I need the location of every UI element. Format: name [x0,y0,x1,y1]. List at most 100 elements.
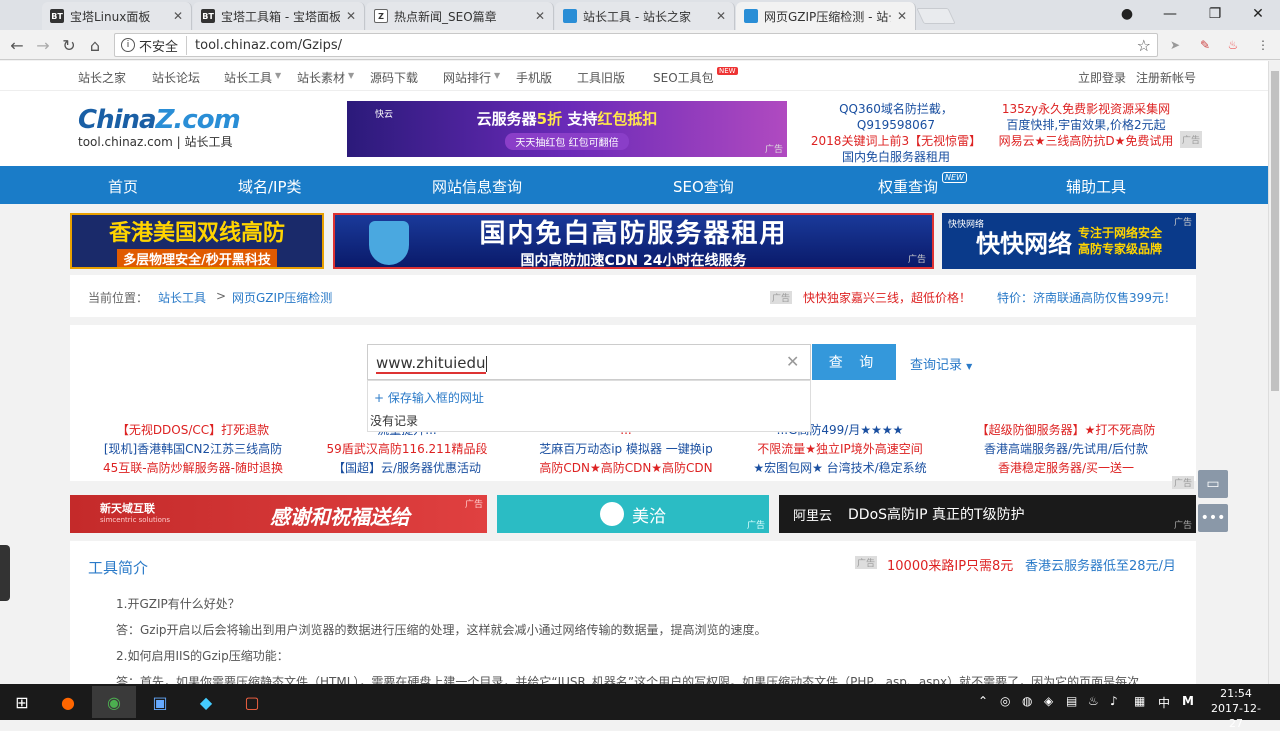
text-ad-link[interactable]: 59盾武汉高防116.211精品段 [322,440,492,459]
feedback-icon[interactable]: ▭ [1198,470,1228,498]
text-ad-link[interactable]: 45互联-高防炒解服务器-随时退换 [98,459,288,478]
scrollbar[interactable] [1268,61,1280,684]
more-icon[interactable]: ••• [1198,504,1228,532]
history-dropdown[interactable]: 查询记录 ▼ [910,354,972,373]
bookmark-star-icon[interactable]: ☆ [1137,36,1151,55]
chrome-icon[interactable]: ◉ [92,686,136,718]
text-ad-link[interactable]: 2018关键词上前3【无视惊雷】 [806,133,986,149]
nav-link[interactable]: 手机版 [516,69,552,86]
close-icon[interactable]: ✕ [173,9,183,23]
text-ad-link[interactable]: 芝麻百万动态ip 模拟器 一键换ip [528,440,724,459]
nav-link[interactable]: 源码下载 [370,69,418,86]
nav-home[interactable]: 首页 [108,176,138,197]
volume-icon[interactable]: ♪ [1110,694,1118,708]
site-logo[interactable]: ChinaZ.com tool.chinaz.com | 站长工具 [78,105,241,150]
text-ad-link[interactable]: 网易云★三线高防抗D★免费试用 [998,133,1174,149]
tray-icon[interactable]: ♨ [1088,694,1099,708]
network-icon[interactable]: ▦ [1134,694,1145,708]
text-ad-link[interactable]: 【无视DDOS/CC】打死退款 [98,421,288,440]
tab-news[interactable]: Z 热点新闻_SEO篇章 ✕ [366,2,554,30]
login-link[interactable]: 立即登录 [1078,69,1126,86]
extension-icon[interactable]: ✎ [1196,36,1214,54]
ad-banner-kuaikuai[interactable]: 快快网络 快快网络 专注于网络安全 高防专家级品牌 广告 [942,213,1196,269]
text-ad-link[interactable]: ★宏图包网★ 台湾技术/稳定系统 [742,459,938,478]
register-link[interactable]: 注册新帐号 [1136,69,1196,86]
query-button[interactable]: 查 询 [812,344,896,380]
nav-link[interactable]: SEO工具包 [653,69,714,86]
firefox-icon[interactable]: ● [46,686,90,718]
text-ad-link[interactable]: 国内免白服务器租用 [806,149,986,165]
url-input[interactable]: www.zhituiedu [367,344,811,380]
nav-link[interactable]: 工具旧版 [577,69,625,86]
back-icon[interactable]: ← [6,34,28,56]
profile-icon[interactable]: ● [1107,0,1147,28]
breadcrumb-current[interactable]: 网页GZIP压缩检测 [232,289,332,306]
text-ad-link[interactable]: 高防CDN★高防CDN★高防CDN [528,459,724,478]
text-ad-link[interactable]: 不限流量★独立IP境外高速空间 [742,440,938,459]
extension-icon[interactable]: ♨ [1224,36,1242,54]
url-text[interactable]: tool.chinaz.com/Gzips/ [195,38,342,53]
tab-chinaz-home[interactable]: 站长工具 - 站长之家 ✕ [555,2,735,30]
nav-link[interactable]: 站长工具 [224,69,272,86]
nav-seo[interactable]: SEO查询 [673,176,734,197]
menu-icon[interactable]: ⋮ [1254,36,1272,54]
tab-bt-toolbox[interactable]: BT 宝塔工具箱 - 宝塔面板 ✕ [193,2,365,30]
text-ad-link[interactable]: [现机]香港韩国CN2江苏三线高防 [98,440,288,459]
minimize-icon[interactable]: — [1150,0,1190,28]
app-icon[interactable]: ◆ [184,686,228,718]
security-indicator[interactable]: i 不安全 [115,35,188,55]
save-url-link[interactable]: + 保存输入框的网址 [374,389,484,406]
side-handle[interactable] [0,545,10,601]
ime-indicator[interactable]: 中 [1158,694,1170,711]
promo-link[interactable]: 香港云服务器低至28元/月 [1025,555,1176,574]
clear-icon[interactable]: ✕ [786,352,799,371]
text-ad-link[interactable]: 香港高端服务器/先试用/后付款 [966,440,1166,459]
promo-link[interactable]: 特价：济南联通高防仅售399元！ [997,289,1176,306]
ad-banner-server[interactable]: 国内免白高防服务器租用 国内高防加速CDN 24小时在线服务 广告 [333,213,934,269]
close-icon[interactable]: ✕ [716,9,726,23]
close-icon[interactable]: ✕ [346,9,356,23]
wechat-icon[interactable]: ◍ [1022,694,1032,708]
text-ad-link[interactable]: 【国超】云/服务器优惠活动 [322,459,492,478]
breadcrumb-link[interactable]: 站长工具 [158,289,206,306]
tray-icon[interactable]: ◎ [1000,694,1010,708]
forward-icon[interactable]: → [32,34,54,56]
tray-icon[interactable]: ▤ [1066,694,1077,708]
nav-domain-ip[interactable]: 域名/IP类 [238,176,302,197]
header-ad-banner[interactable]: 快云 云服务器5折 支持红包抵扣 天天抽红包 红包可翻倍 广告 [347,101,787,157]
nav-aux-tools[interactable]: 辅助工具 [1066,176,1126,197]
tab-gzip-active[interactable]: 网页GZIP压缩检测 - 站长 ✕ [736,2,916,30]
promo-link[interactable]: 10000来路IP只需8元 [887,555,1013,574]
text-ad-link[interactable]: 香港稳定服务器/买一送一 [966,459,1166,478]
nav-weight[interactable]: 权重查询 [878,176,938,197]
nav-link[interactable]: 站长之家 [78,69,126,86]
text-ad-link[interactable]: 【超级防御服务器】★打不死高防 [966,421,1166,440]
nav-site-info[interactable]: 网站信息查询 [432,176,522,197]
ad-banner-hk-us[interactable]: 香港美国双线高防 多层物理安全/秒开黑科技 [70,213,324,269]
address-bar[interactable]: i 不安全 tool.chinaz.com/Gzips/ ☆ [114,33,1158,57]
text-ad-link[interactable]: 135zy永久免费影视资源采集网 [998,101,1174,117]
clock[interactable]: 21:54 2017-12-27 [1208,686,1264,731]
ad-banner-xtyhl[interactable]: 新天域互联 simcentric solutions 感谢和祝福送给 广告 [70,495,487,533]
nav-link[interactable]: 站长论坛 [152,69,200,86]
text-ad-link[interactable]: 百度快排,宇宙效果,价格2元起 [998,117,1174,133]
maximize-icon[interactable]: ❐ [1195,0,1235,28]
scrollbar-thumb[interactable] [1271,71,1279,391]
app-icon[interactable]: ▣ [138,686,182,718]
close-icon[interactable]: ✕ [897,9,907,23]
nav-link[interactable]: 站长素材 [297,69,345,86]
tab-bt-linux[interactable]: BT 宝塔Linux面板 ✕ [42,2,192,30]
window-close-icon[interactable]: ✕ [1238,0,1278,28]
nav-link[interactable]: 网站排行 [443,69,491,86]
reload-icon[interactable]: ↻ [58,34,80,56]
close-icon[interactable]: ✕ [535,9,545,23]
home-icon[interactable]: ⌂ [84,34,106,56]
ad-banner-meiqia[interactable]: 美洽 广告 [497,495,769,533]
app-icon[interactable]: ▢ [230,686,274,718]
ime-mode-icon[interactable]: M [1182,694,1194,708]
text-ad-link[interactable]: QQ360域名防拦截，Q919598067 [806,101,986,133]
tray-chevron-icon[interactable]: ⌃ [978,694,988,708]
promo-link[interactable]: 快快独家嘉兴三线，超低价格！ [803,289,971,306]
new-tab-button[interactable] [916,8,956,24]
shield-icon[interactable]: ◈ [1044,694,1053,708]
